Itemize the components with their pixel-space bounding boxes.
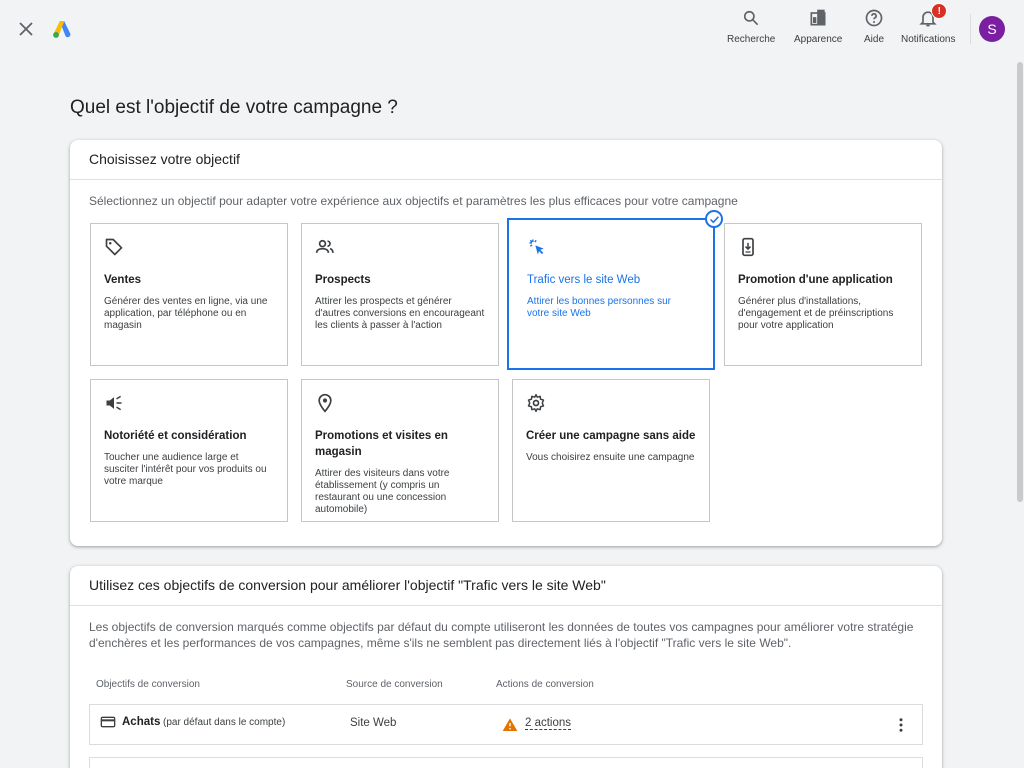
- goal-description: Attirer des visiteurs dans votre établis…: [315, 468, 450, 515]
- table-row[interactable]: [89, 757, 923, 768]
- goal-description: Générer plus d'installations, d'engageme…: [738, 296, 894, 331]
- scrollbar-thumb[interactable]: [1017, 62, 1023, 502]
- column-header-goals: Objectifs de conversion: [96, 679, 200, 690]
- gear-icon: [527, 393, 545, 413]
- top-bar: Recherche Apparence Aide ! Notifications…: [0, 0, 1024, 58]
- objective-card: Choisissez votre objectif Sélectionnez u…: [70, 140, 942, 546]
- notifications-action[interactable]: ! Notifications: [901, 3, 956, 45]
- goal-description: Vous choisirez ensuite une campagne: [526, 452, 695, 463]
- conversion-source: Site Web: [350, 717, 397, 729]
- help-label: Aide: [864, 34, 885, 45]
- help-action[interactable]: Aide: [864, 8, 884, 45]
- topbar-divider: [970, 14, 971, 44]
- goal-title: Promotion d'une application: [738, 274, 893, 286]
- goal-title: Prospects: [315, 274, 371, 286]
- goal-card-no-goal[interactable]: Créer une campagne sans aide Vous choisi…: [512, 379, 710, 522]
- goal-title: Trafic vers le site Web: [527, 274, 641, 286]
- conversion-goal-name: Achats: [122, 716, 161, 728]
- speaker-icon: [106, 395, 122, 411]
- goal-description: Attirer les bonnes personnes sur votre s…: [527, 296, 671, 319]
- goal-card-website-traffic[interactable]: Trafic vers le site Web Attirer les bonn…: [507, 218, 715, 370]
- goal-description: Attirer les prospects et générer d'autre…: [315, 296, 485, 331]
- location-pin-icon: [318, 393, 332, 413]
- conversion-actions-link[interactable]: 2 actions: [525, 717, 572, 730]
- notifications-label: Notifications: [901, 34, 956, 45]
- warning-icon: [502, 718, 518, 731]
- notification-badge: !: [931, 3, 948, 19]
- people-icon: [315, 239, 334, 253]
- close-button[interactable]: [15, 18, 37, 40]
- column-header-actions: Actions de conversion: [496, 679, 594, 690]
- goal-card-app-promotion[interactable]: Promotion d'une application Générer plus…: [724, 223, 922, 366]
- help-icon: [865, 9, 883, 27]
- goal-card-leads[interactable]: Prospects Attirer les prospects et génér…: [301, 223, 499, 366]
- goal-title: Créer une campagne sans aide: [526, 430, 696, 442]
- appearance-icon: [810, 9, 826, 26]
- conversion-card-description: Les objectifs de conversion marqués comm…: [89, 620, 914, 650]
- goal-description: Toucher une audience large et susciter l…: [104, 452, 267, 487]
- goal-title: Notoriété et considération: [104, 430, 247, 442]
- goal-description: Générer des ventes en ligne, via une app…: [104, 296, 268, 331]
- close-icon: [19, 22, 33, 36]
- search-action[interactable]: Recherche: [727, 8, 775, 45]
- goal-card-sales[interactable]: Ventes Générer des ventes en ligne, via …: [90, 223, 288, 366]
- column-header-source: Source de conversion: [346, 679, 443, 690]
- conversion-card-header: Utilisez ces objectifs de conversion pou…: [70, 566, 942, 606]
- appearance-label: Apparence: [794, 34, 843, 45]
- conversion-goal-note: (par défaut dans le compte): [163, 717, 286, 728]
- phone-download-icon: [742, 237, 754, 257]
- appearance-action[interactable]: Apparence: [794, 8, 842, 45]
- search-icon: [744, 10, 759, 26]
- goal-card-store-visits[interactable]: Promotions et visites en magasin Attirer…: [301, 379, 499, 522]
- more-vert-icon[interactable]: [892, 716, 910, 734]
- tag-icon: [105, 238, 123, 256]
- goal-title: Ventes: [104, 274, 142, 286]
- selected-check-icon: [705, 210, 723, 228]
- google-ads-logo[interactable]: [51, 18, 73, 40]
- objective-card-description: Sélectionnez un objectif pour adapter vo…: [89, 194, 738, 208]
- credit-card-icon: [100, 716, 116, 728]
- search-label: Recherche: [727, 34, 776, 45]
- page-title: Quel est l'objectif de votre campagne ?: [70, 97, 398, 118]
- cursor-click-icon: [529, 239, 544, 255]
- objective-card-header: Choisissez votre objectif: [70, 140, 942, 180]
- avatar[interactable]: S: [979, 16, 1005, 42]
- goal-card-awareness[interactable]: Notoriété et considération Toucher une a…: [90, 379, 288, 522]
- goal-title: Promotions et visites en magasin: [315, 430, 448, 458]
- table-row[interactable]: Achats (par défaut dans le compte) Site …: [89, 704, 923, 745]
- conversion-goals-card: Utilisez ces objectifs de conversion pou…: [70, 566, 942, 768]
